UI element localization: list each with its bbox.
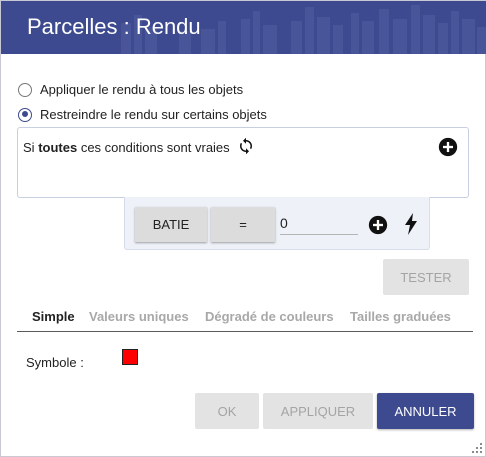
radio-button-unchecked[interactable]	[18, 82, 32, 97]
condition-value-input[interactable]	[280, 211, 358, 235]
test-button[interactable]: TESTER	[383, 259, 469, 295]
condition-row: BATIE =	[124, 197, 430, 250]
tab-simple[interactable]: Simple	[32, 309, 75, 324]
radio-apply-all[interactable]: Appliquer le rendu à tous les objets	[18, 82, 243, 97]
render-dialog: Parcelles : Rendu Appliquer le rendu à t…	[0, 0, 486, 457]
field-select-button[interactable]: BATIE	[135, 207, 207, 242]
radio-restrict-label: Restreindre le rendu sur certains objets	[40, 107, 267, 122]
radio-apply-all-label: Appliquer le rendu à tous les objets	[40, 82, 244, 97]
radio-button-checked[interactable]	[18, 107, 32, 122]
conditions-suffix: ces conditions sont vraies	[80, 140, 230, 155]
conditions-quantifier[interactable]: toutes	[38, 140, 77, 155]
tab-color-gradient[interactable]: Dégradé de couleurs	[205, 309, 334, 324]
cancel-button[interactable]: ANNULER	[377, 393, 474, 429]
add-subcondition-icon[interactable]	[368, 215, 388, 235]
conditions-box: Si toutes ces conditions sont vraies	[17, 127, 469, 198]
dialog-title: Parcelles : Rendu	[27, 14, 201, 39]
symbol-color-swatch[interactable]	[122, 349, 138, 365]
tab-unique-values[interactable]: Valeurs uniques	[89, 309, 189, 324]
refresh-icon[interactable]	[237, 137, 255, 155]
add-condition-icon[interactable]	[438, 137, 458, 157]
dialog-header: Parcelles : Rendu	[1, 1, 486, 54]
symbol-label: Symbole :	[26, 355, 84, 370]
apply-button[interactable]: APPLIQUER	[263, 393, 373, 429]
operator-select-button[interactable]: =	[211, 207, 275, 242]
tab-graduated-sizes[interactable]: Tailles graduées	[350, 309, 451, 324]
render-type-tabs: Simple Valeurs uniques Dégradé de couleu…	[17, 307, 473, 332]
lightning-bolt-icon[interactable]	[404, 213, 418, 235]
conditions-sentence: Si toutes ces conditions sont vraies	[23, 140, 230, 155]
resize-grip-icon[interactable]	[471, 442, 483, 454]
conditions-prefix: Si	[23, 140, 35, 155]
ok-button[interactable]: OK	[195, 393, 259, 429]
radio-restrict[interactable]: Restreindre le rendu sur certains objets	[18, 107, 267, 122]
